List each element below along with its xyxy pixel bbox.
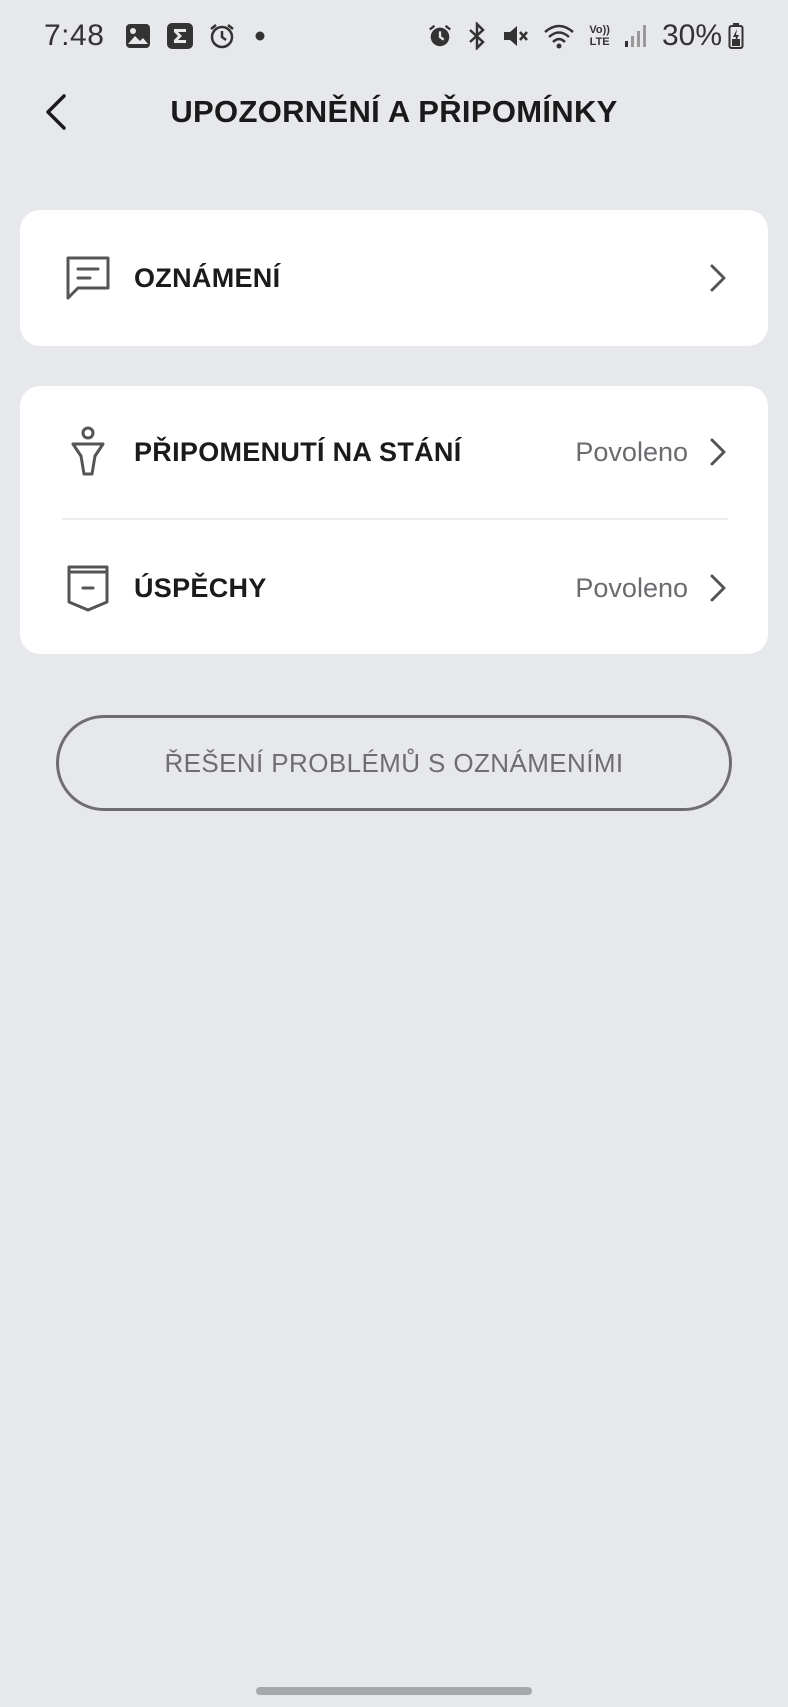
notifications-row[interactable]: OZNÁMENÍ (20, 210, 768, 346)
chevron-right-icon (704, 570, 732, 606)
alarm-icon (427, 23, 453, 49)
chevron-right-icon (704, 434, 732, 470)
app-header: UPOZORNĚNÍ A PŘIPOMÍNKY (0, 72, 788, 152)
achievements-status: Povoleno (575, 572, 688, 603)
alarm-icon (208, 22, 236, 50)
chevron-right-icon (704, 260, 732, 296)
wifi-icon (543, 22, 575, 50)
battery-percent: 30% (661, 19, 722, 52)
bluetooth-icon (467, 22, 487, 50)
notifications-label: OZNÁMENÍ (134, 262, 281, 293)
standing-reminder-row[interactable]: PŘIPOMENUTÍ NA STÁNÍ Povoleno (20, 386, 768, 518)
page-title: UPOZORNĚNÍ A PŘIPOMÍNKY (170, 94, 618, 129)
volte-line2: LTE (589, 36, 610, 48)
sigma-app-icon (166, 22, 194, 50)
battery-icon (728, 22, 744, 50)
standing-person-icon (62, 426, 114, 478)
home-indicator[interactable] (256, 1687, 532, 1695)
volte-line1: Vo)) (589, 24, 610, 36)
standing-reminder-status: Povoleno (575, 436, 688, 467)
volte-icon: Vo)) LTE (589, 24, 610, 48)
status-bar-right: Vo)) LTE 30% (427, 19, 744, 53)
status-bar-left: 7:48 (44, 19, 270, 53)
achievements-row[interactable]: ÚSPĚCHY Povoleno (20, 522, 768, 654)
troubleshoot-notifications-button[interactable]: ŘEŠENÍ PROBLÉMŮ S OZNÁMENÍMI (56, 715, 732, 811)
chevron-left-icon (46, 94, 66, 130)
signal-icon (624, 23, 648, 49)
reminders-card: PŘIPOMENUTÍ NA STÁNÍ Povoleno ÚSPĚCHY Po… (20, 386, 768, 654)
gallery-icon (124, 22, 152, 50)
dot-icon (250, 26, 270, 46)
message-icon (62, 252, 114, 304)
back-button[interactable] (28, 84, 84, 140)
status-time: 7:48 (44, 19, 105, 52)
achievements-label: ÚSPĚCHY (134, 572, 267, 603)
badge-icon (62, 562, 114, 614)
notifications-card: OZNÁMENÍ (20, 210, 768, 346)
row-divider (62, 518, 728, 520)
mute-icon (501, 22, 529, 50)
status-bar: 7:48 Vo)) LTE 30% (0, 0, 788, 72)
standing-reminder-label: PŘIPOMENUTÍ NA STÁNÍ (134, 436, 462, 467)
